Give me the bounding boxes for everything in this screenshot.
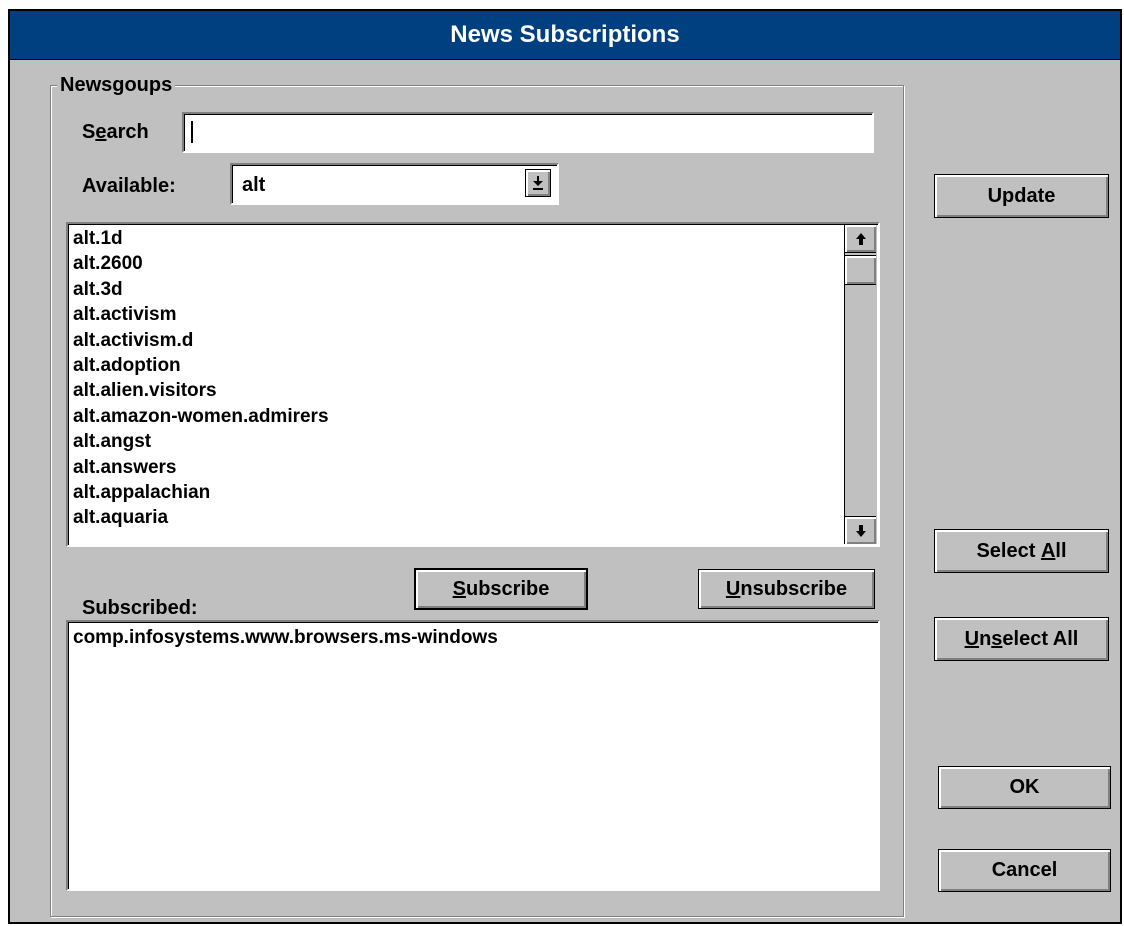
title-bar[interactable]: News Subscriptions [10,11,1120,60]
subscribed-newsgroups-list[interactable]: comp.infosystems.www.browsers.ms-windows [66,620,880,891]
text-caret [191,121,193,143]
scroll-track[interactable] [845,287,876,514]
scroll-down-arrow-icon[interactable] [845,516,876,544]
newsgroup-list-item[interactable]: alt.activism [72,302,842,327]
newsgroup-list-item[interactable]: alt.answers [72,455,842,480]
subscribed-list-item[interactable]: comp.infosystems.www.browsers.ms-windows [72,625,874,650]
search-input[interactable] [182,112,874,153]
update-button[interactable]: Update [934,174,1109,218]
select-all-button[interactable]: Select All [934,529,1109,573]
scroll-thumb[interactable] [845,255,876,285]
subscribed-list-items: comp.infosystems.www.browsers.ms-windows [72,625,874,887]
newsgroups-group-label: Newsgoups [57,74,176,97]
available-dropdown[interactable]: alt [230,163,559,205]
dropdown-arrow-icon[interactable] [525,169,551,197]
newsgroup-list-item[interactable]: alt.adoption [72,353,842,378]
ok-button[interactable]: OK [938,766,1111,809]
available-selected-value: alt [242,174,266,196]
available-label: Available: [82,175,176,197]
cancel-button[interactable]: Cancel [938,849,1111,892]
window-title: News Subscriptions [450,21,680,48]
subscribed-label: Subscribed: [82,597,198,619]
newsgroup-list-item[interactable]: alt.1d [72,226,842,251]
newsgroup-list-item[interactable]: alt.angst [72,429,842,454]
newsgroup-list-item[interactable]: alt.alien.visitors [72,378,842,403]
news-subscriptions-dialog: News Subscriptions Newsgoups Search Avai… [8,9,1122,924]
available-newsgroups-list[interactable]: alt.1d alt.2600 alt.3d alt.activism alt.acti… [66,222,880,547]
list-scrollbar[interactable] [844,225,877,544]
available-list-items: alt.1d alt.2600 alt.3d alt.activism alt.acti… [72,226,842,543]
newsgroup-list-item[interactable]: alt.appalachian [72,480,842,505]
newsgroup-list-item[interactable]: alt.3d [72,277,842,302]
newsgroup-list-item[interactable]: alt.2600 [72,251,842,276]
unsubscribe-button[interactable]: Unsubscribe [698,569,875,609]
unselect-all-button[interactable]: Un s elect All [934,617,1109,661]
subscribe-button[interactable]: Subscribe [414,568,588,610]
scroll-up-arrow-icon[interactable] [845,225,876,253]
newsgroup-list-item[interactable]: alt.aquaria [72,505,842,530]
newsgroup-list-item[interactable]: alt.amazon-women.admirers [72,404,842,429]
newsgroup-list-item[interactable]: alt.activism.d [72,328,842,353]
search-label: Search [82,121,149,143]
